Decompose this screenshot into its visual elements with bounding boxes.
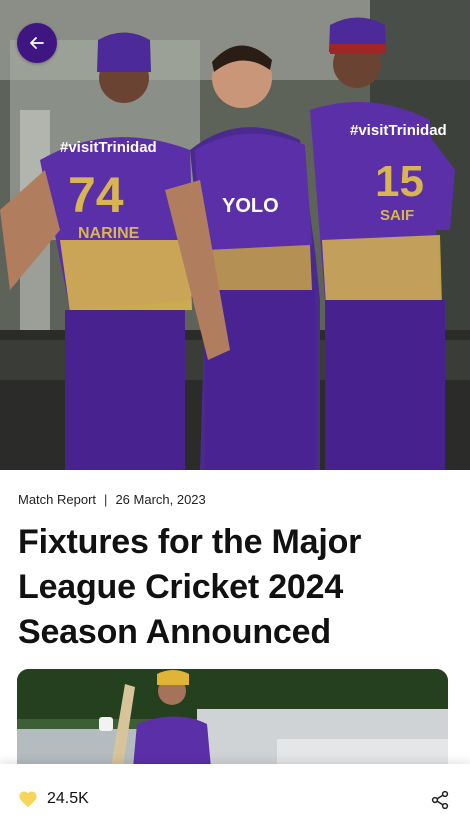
article-inline-image <box>17 669 448 779</box>
bottom-action-bar: 24.5K <box>0 764 470 836</box>
hero-player-left-number: 74 <box>68 167 124 223</box>
hero-image: YOLO #visitTrinidad 74 NARINE #visitTrin… <box>0 0 470 470</box>
inline-photo <box>17 669 448 779</box>
hero-player-left-name: NARINE <box>78 225 140 242</box>
hero-photo: YOLO #visitTrinidad 74 NARINE #visitTrin… <box>0 0 470 470</box>
share-icon <box>431 790 449 810</box>
hero-sponsor-right: #visitTrinidad <box>350 122 447 139</box>
heart-icon <box>19 791 37 808</box>
article-category[interactable]: Match Report <box>18 492 96 507</box>
hero-player-right-name: SAIF <box>380 207 414 224</box>
article-headline: Fixtures for the Major League Cricket 20… <box>18 523 362 651</box>
hero-sponsor-center: YOLO <box>222 195 279 217</box>
article-meta: Match Report | 26 March, 2023 <box>18 492 206 507</box>
share-button[interactable] <box>430 790 450 810</box>
arrow-left-icon <box>30 37 44 49</box>
article-date: 26 March, 2023 <box>115 492 206 507</box>
meta-separator: | <box>104 492 108 507</box>
back-button[interactable] <box>17 23 57 63</box>
hero-player-right-number: 15 <box>375 157 424 206</box>
like-button[interactable]: 24.5K <box>18 790 89 808</box>
likes-count: 24.5K <box>47 790 89 807</box>
hero-sponsor-left: #visitTrinidad <box>60 139 157 156</box>
